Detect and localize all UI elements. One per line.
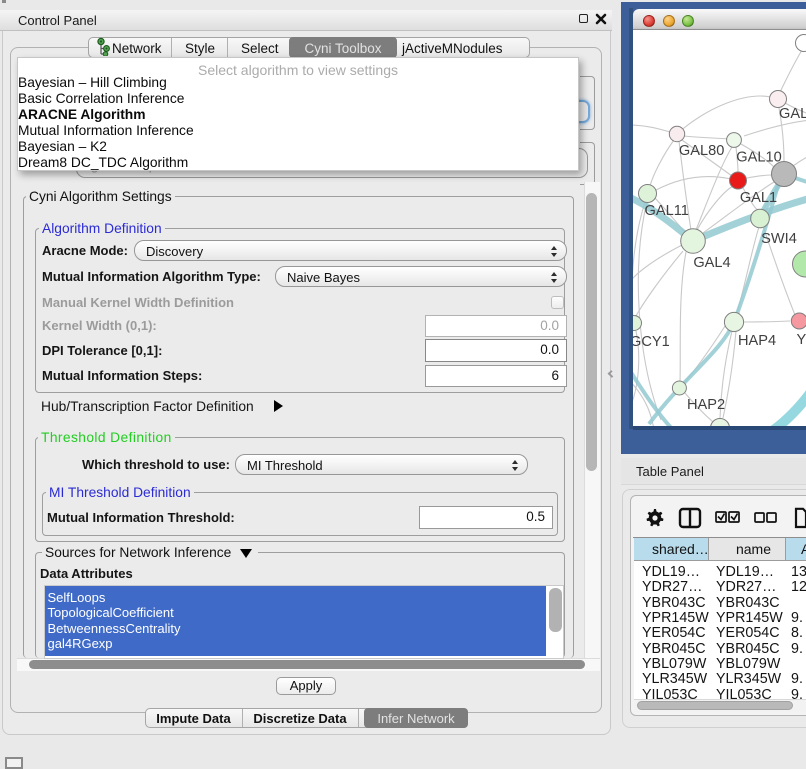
svg-text:GAL10: GAL10 [736,150,781,166]
svg-text:GAL1: GAL1 [740,190,777,206]
svg-text:HAP2: HAP2 [687,397,725,413]
svg-text:HAP4: HAP4 [738,333,776,349]
svg-text:GCY1: GCY1 [633,334,670,350]
svg-text:GAL80: GAL80 [679,143,724,159]
svg-text:GAL7: GAL7 [779,106,806,122]
svg-text:GAL4: GAL4 [693,255,730,271]
svg-text:GAL11: GAL11 [645,203,689,219]
svg-text:Y: Y [797,332,806,348]
svg-text:SWI4: SWI4 [761,231,797,247]
